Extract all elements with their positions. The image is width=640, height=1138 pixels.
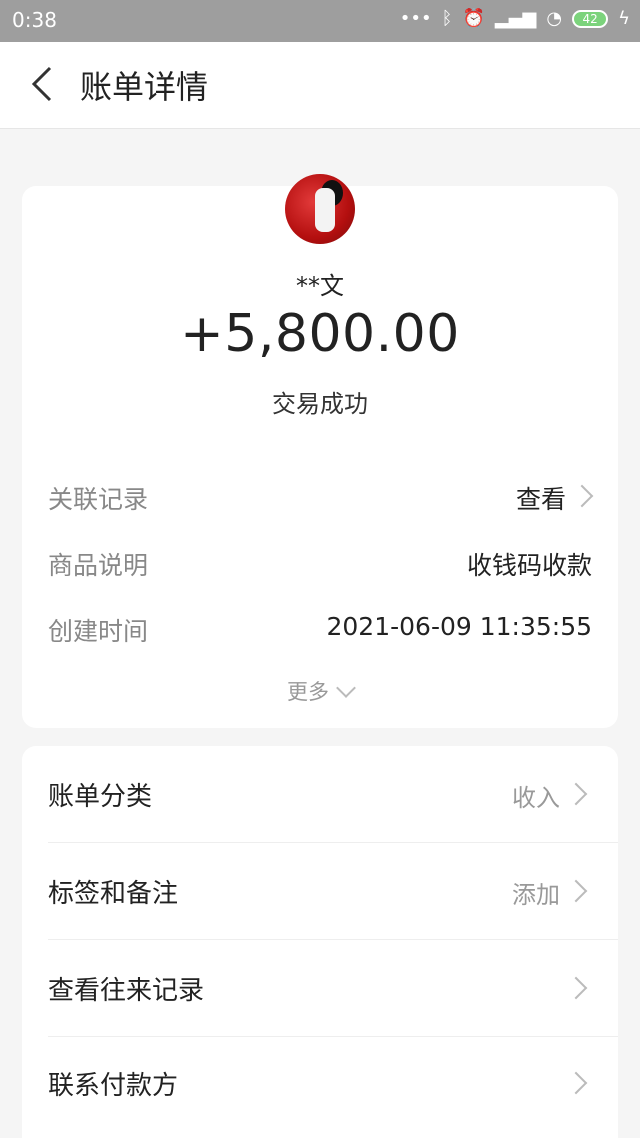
product-description-row: 商品说明 收钱码收款 [48,542,592,582]
actions-card: 账单分类 收入 标签和备注 添加 查看往来记录 联系付款方 [22,746,618,1138]
battery-icon: 42 [572,9,609,28]
status-bar: 0:38 ••• ᛒ ⏰ ▂▄▆ ◔ 42 ϟ [0,0,640,42]
bill-category-item[interactable]: 账单分类 收入 [48,746,618,843]
item-label: 标签和备注 [48,879,179,909]
battery-level: 42 [582,11,598,26]
chevron-right-icon [564,879,588,903]
view-link[interactable]: 查看 [516,480,566,516]
back-arrow-icon [31,66,52,102]
tags-notes-item[interactable]: 标签和备注 添加 [48,843,618,940]
alarm-icon: ⏰ [462,8,485,29]
item-value: 收入 [512,784,560,812]
status-time: 0:38 [12,8,57,32]
payer-name: **文 [296,272,344,300]
item-label: 查看往来记录 [48,976,205,1006]
avatar-figure [315,188,335,232]
view-history-item[interactable]: 查看往来记录 [48,940,618,1037]
back-button[interactable] [26,64,66,104]
amount: +5,800.00 [180,304,460,364]
transaction-status: 交易成功 [272,390,368,418]
chevron-down-icon [336,678,356,698]
chevron-right-icon [564,1071,588,1095]
status-icons: ••• ᛒ ⏰ ▂▄▆ ◔ 42 ϟ [400,8,630,29]
nav-bar: 账单详情 [0,42,640,129]
item-label: 账单分类 [48,782,153,812]
item-value: 添加 [512,881,560,909]
row-value: 收钱码收款 [466,551,592,580]
charging-icon: ϟ [618,8,630,29]
avatar[interactable] [285,174,355,244]
signal-icon: ▂▄▆ [494,8,537,29]
contact-payer-item[interactable]: 联系付款方 [48,1035,618,1131]
page-title: 账单详情 [80,68,209,106]
bluetooth-icon: ᛒ [441,8,453,29]
row-value: 2021-06-09 11:35:55 [326,612,592,641]
row-label: 关联记录 [48,485,149,514]
created-time-row: 创建时间 2021-06-09 11:35:55 [48,608,592,648]
more-dots-icon: ••• [399,8,432,29]
chevron-right-icon [564,782,588,806]
related-records-row[interactable]: 关联记录 查看 [48,476,594,516]
more-label: 更多 [287,680,329,704]
row-label: 创建时间 [48,617,149,646]
chevron-right-icon [570,484,594,508]
more-button[interactable]: 更多 [22,676,618,706]
row-label: 商品说明 [48,551,149,580]
bill-summary-card: **文 +5,800.00 交易成功 关联记录 查看 商品说明 收钱码收款 创建… [22,174,618,728]
wifi-icon: ◔ [546,8,563,29]
chevron-right-icon [564,976,588,1000]
item-label: 联系付款方 [48,1071,179,1101]
